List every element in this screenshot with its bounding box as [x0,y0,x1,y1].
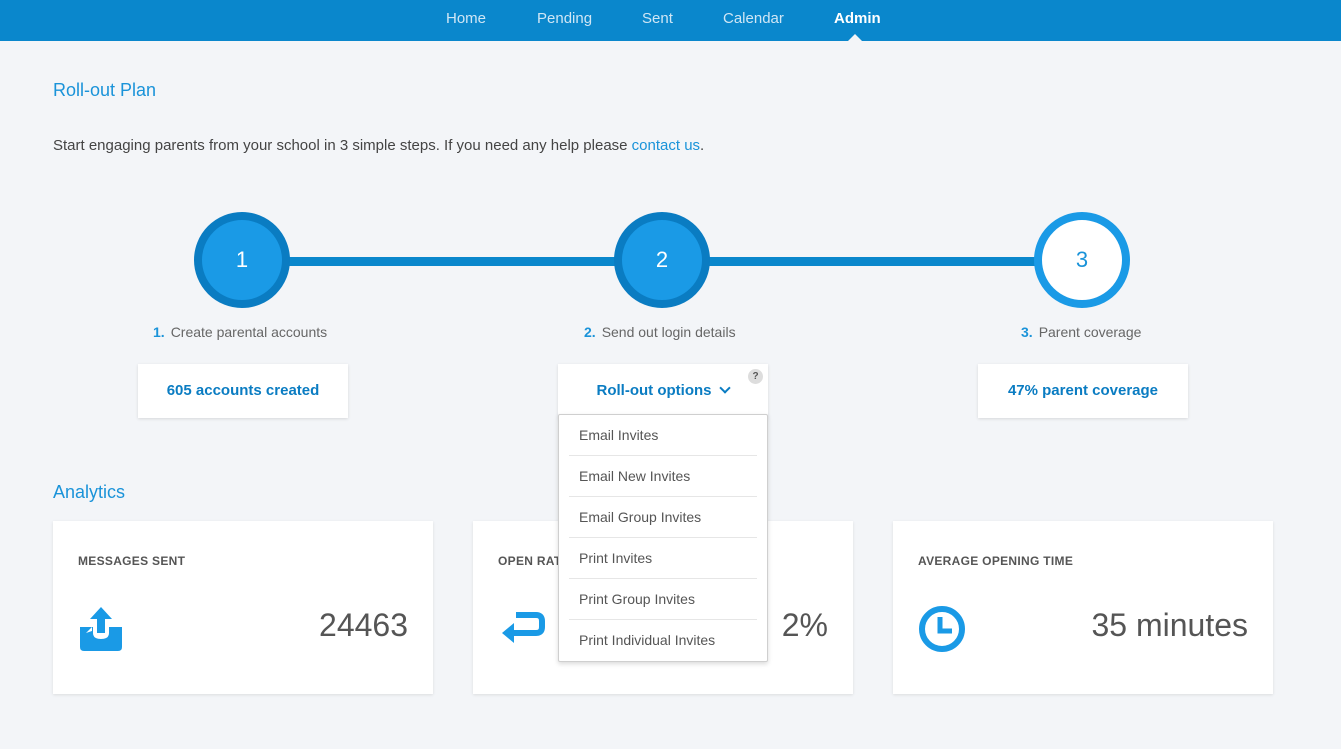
open-rate-value: 2% [781,607,828,643]
nav-home[interactable]: Home [446,0,486,41]
step-1-circle: 1 [194,212,290,308]
accounts-created-label: 605 accounts created [166,382,320,399]
menu-item-email-invites[interactable]: Email Invites [569,415,757,456]
contact-us-link[interactable]: contact us [632,137,700,154]
analytics-title: Analytics [53,482,126,502]
accounts-created-button[interactable]: 605 accounts created [138,364,348,418]
clock-icon [918,605,966,658]
menu-item-print-group-invites[interactable]: Print Group Invites [569,579,757,620]
average-opening-time-card: AVERAGE OPENING TIME 35 minutes [893,521,1273,694]
menu-item-print-invites[interactable]: Print Invites [569,538,757,579]
rollout-intro: Start engaging parents from your school … [53,137,704,154]
top-nav-bar: Home Pending Sent Calendar Admin [0,0,1341,41]
nav-sent[interactable]: Sent [642,0,673,41]
intro-end: . [700,137,705,154]
step-3-index: 3. [1021,324,1033,340]
card-title: AVERAGE OPENING TIME [918,554,1074,568]
parent-coverage-label: 47% parent coverage [1007,382,1159,399]
intro-text: Start engaging parents from your school … [53,137,632,154]
menu-item-email-new-invites[interactable]: Email New Invites [569,456,757,497]
rollout-options-button[interactable]: Roll-out options ? [558,364,768,418]
average-opening-time-value: 35 minutes [1091,607,1248,643]
step-2-circle: 2 [614,212,710,308]
help-icon[interactable]: ? [748,369,763,384]
card-title: MESSAGES SENT [78,554,186,568]
rollout-options-label: Roll-out options [596,382,712,399]
step-3-label: 3. Parent coverage [1021,324,1141,340]
nav-calendar[interactable]: Calendar [723,0,784,41]
step-2-text: Send out login details [601,324,736,340]
step-1-index: 1. [153,324,165,340]
step-connector-2-3 [705,257,1045,266]
step-connector-1-2 [285,257,625,266]
menu-item-print-individual-invites[interactable]: Print Individual Invites [569,620,757,661]
step-1-label: 1. Create parental accounts [153,324,327,340]
chevron-down-icon [719,382,732,394]
active-nav-indicator [848,34,862,41]
parent-coverage-button[interactable]: 47% parent coverage [978,364,1188,418]
upload-icon [78,605,124,658]
step-3-text: Parent coverage [1038,324,1142,340]
menu-item-email-group-invites[interactable]: Email Group Invites [569,497,757,538]
step-1-text: Create parental accounts [170,324,328,340]
card-title: OPEN RAT [498,554,562,568]
return-arrow-icon [498,605,546,650]
step-3-circle: 3 [1034,212,1130,308]
rollout-options-menu: Email Invites Email New Invites Email Gr… [558,414,768,662]
step-2-label: 2. Send out login details [584,324,736,340]
rollout-title: Roll-out Plan [53,80,157,100]
messages-sent-card: MESSAGES SENT 24463 [53,521,433,694]
messages-sent-value: 24463 [319,607,408,643]
step-2-index: 2. [584,324,596,340]
nav-pending[interactable]: Pending [537,0,592,41]
